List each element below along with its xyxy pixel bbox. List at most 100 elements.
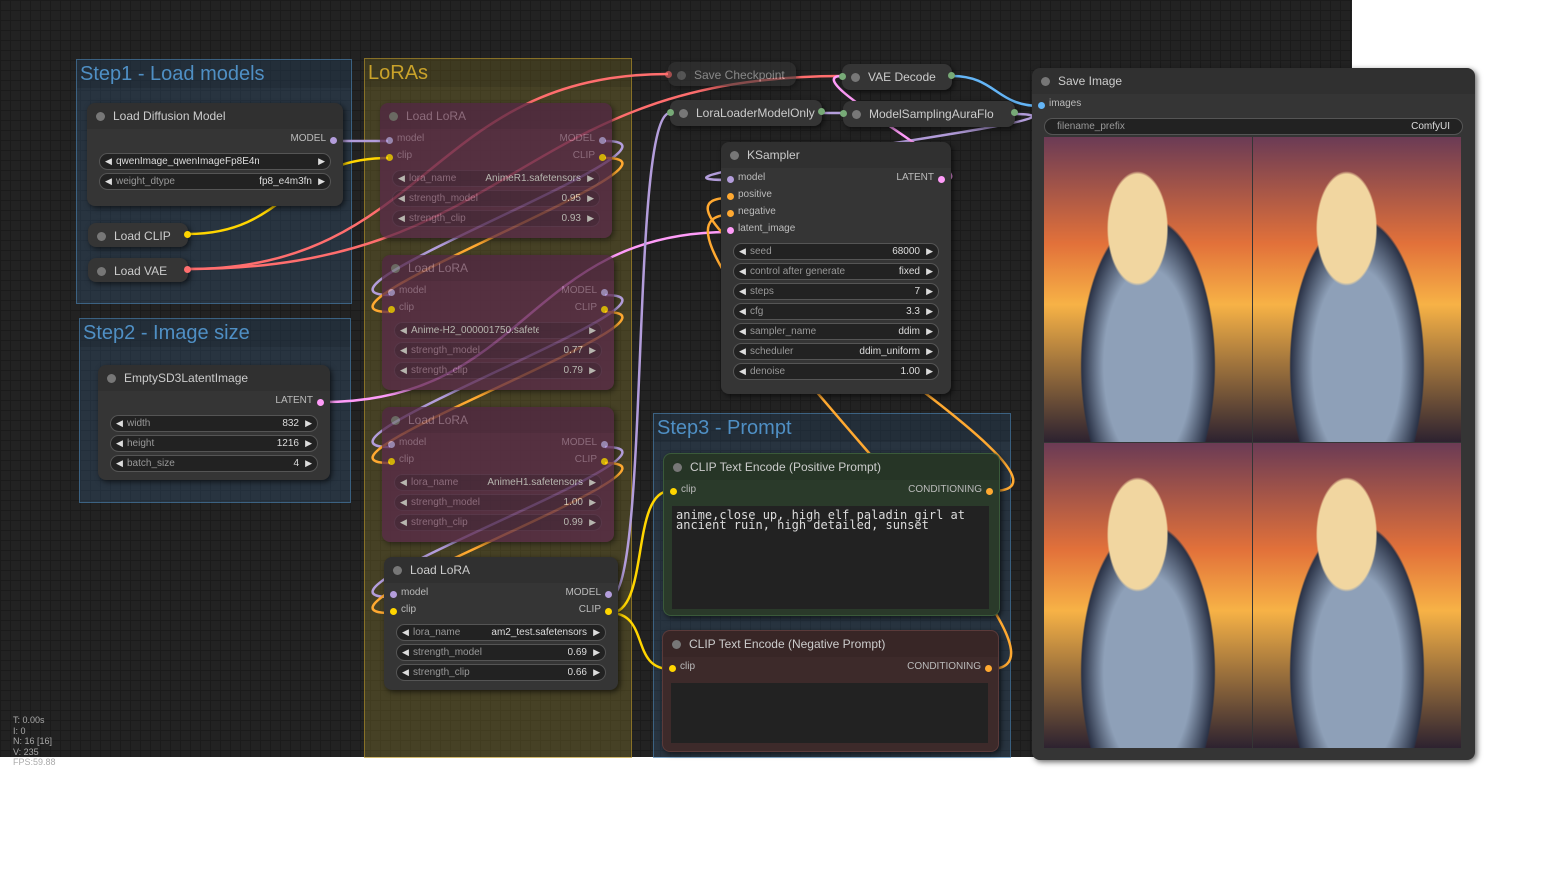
decrement-arrow-icon[interactable]: ◀ [116, 436, 123, 451]
node-pos[interactable]: CLIP Text Encode (Positive Prompt) clip CO… [663, 453, 1000, 616]
widget-strength-clip[interactable]: ◀ ▶ strength_clip 0.66 [396, 664, 606, 681]
output-model-icon[interactable] [605, 591, 612, 598]
input-clip-icon[interactable] [390, 608, 397, 615]
widget-weight-dtype[interactable]: ◀ ▶ weight_dtype fp8_e4m3fn [99, 173, 331, 190]
node-clip[interactable]: Load CLIP [88, 223, 191, 249]
node-latent[interactable]: EmptySD3LatentImage LATENT ◀ ▶ width 832 ◀ ▶ hei… [98, 365, 330, 480]
prompt-textarea[interactable] [671, 683, 988, 743]
output-clip-icon[interactable] [605, 608, 612, 615]
collapse-dot-icon[interactable] [679, 109, 688, 118]
node-title-bar[interactable]: Load Diffusion Model [87, 103, 343, 129]
collapse-dot-icon[interactable] [393, 566, 402, 575]
decrement-arrow-icon[interactable]: ◀ [739, 284, 746, 299]
collapse-dot-icon[interactable] [672, 640, 681, 649]
node-title-bar[interactable]: KSampler [721, 142, 951, 168]
group-title[interactable]: Step1 - Load models [77, 60, 351, 88]
increment-arrow-icon[interactable]: ▶ [926, 364, 933, 379]
output-slot-icon[interactable] [818, 108, 825, 115]
decrement-arrow-icon[interactable]: ◀ [116, 456, 123, 471]
widget-strength-model[interactable]: ◀ ▶ strength_model 0.77 [394, 342, 602, 359]
increment-arrow-icon[interactable]: ▶ [589, 343, 596, 358]
input-model-icon[interactable] [388, 289, 395, 296]
decrement-arrow-icon[interactable]: ◀ [739, 264, 746, 279]
increment-arrow-icon[interactable]: ▶ [589, 475, 596, 490]
output-slot-icon[interactable] [184, 266, 191, 273]
increment-arrow-icon[interactable]: ▶ [305, 456, 312, 471]
widget-cfg[interactable]: ◀ ▶ cfg 3.3 [733, 303, 939, 320]
increment-arrow-icon[interactable]: ▶ [587, 191, 594, 206]
output-slot-icon[interactable] [1011, 109, 1018, 116]
node-save[interactable]: Save Image images filename_prefix ComfyUI [1032, 68, 1475, 760]
input-model-icon[interactable] [386, 137, 393, 144]
decrement-arrow-icon[interactable]: ◀ [400, 363, 407, 378]
decrement-arrow-icon[interactable]: ◀ [739, 364, 746, 379]
decrement-arrow-icon[interactable]: ◀ [116, 416, 123, 431]
widget-filename-prefix[interactable]: filename_prefix ComfyUI [1044, 118, 1463, 135]
input-slot-icon[interactable] [665, 71, 672, 78]
node-neg[interactable]: CLIP Text Encode (Negative Prompt) clip CO… [662, 630, 999, 752]
output-conditioning-icon[interactable] [985, 665, 992, 672]
decrement-arrow-icon[interactable]: ◀ [398, 211, 405, 226]
node-lora1[interactable]: Load LoRA model MODEL clip CLIP ◀ ▶ lora_name An… [380, 103, 612, 238]
output-model-icon[interactable] [601, 441, 608, 448]
node-title-bar[interactable]: Load LoRA [382, 407, 614, 433]
node-vae[interactable]: Load VAE [88, 258, 191, 282]
decrement-arrow-icon[interactable]: ◀ [739, 344, 746, 359]
collapse-dot-icon[interactable] [677, 71, 686, 80]
decrement-arrow-icon[interactable]: ◀ [105, 154, 112, 169]
widget-strength-model[interactable]: ◀ ▶ strength_model 1.00 [394, 494, 602, 511]
increment-arrow-icon[interactable]: ▶ [926, 244, 933, 259]
prompt-textarea[interactable]: anime,close up, high elf paladin girl at… [672, 506, 989, 609]
output-clip-icon[interactable] [601, 306, 608, 313]
decrement-arrow-icon[interactable]: ◀ [739, 304, 746, 319]
node-title-bar[interactable]: CLIP Text Encode (Negative Prompt) [663, 631, 998, 657]
output-clip-icon[interactable] [599, 154, 606, 161]
node-ksampler[interactable]: KSampler model LATENT positive negative laten… [721, 142, 951, 394]
input-slot-icon[interactable] [667, 109, 674, 116]
input-clip-icon[interactable] [669, 665, 676, 672]
input-clip-icon[interactable] [388, 458, 395, 465]
node-title-bar[interactable]: EmptySD3LatentImage [98, 365, 330, 391]
output-slot-icon[interactable] [948, 72, 955, 79]
increment-arrow-icon[interactable]: ▶ [926, 324, 933, 339]
node-savecp[interactable]: Save Checkpoint [665, 62, 796, 86]
node-title-bar[interactable]: VAE Decode [842, 64, 952, 90]
generated-image[interactable] [1253, 137, 1461, 442]
generated-image[interactable] [1253, 443, 1461, 748]
decrement-arrow-icon[interactable]: ◀ [398, 191, 405, 206]
generated-image[interactable] [1044, 443, 1252, 748]
widget-lora-name[interactable]: ◀ ▶ lora_name am2_test.safetensors [396, 624, 606, 641]
increment-arrow-icon[interactable]: ▶ [318, 174, 325, 189]
widget-steps[interactable]: ◀ ▶ steps 7 [733, 283, 939, 300]
decrement-arrow-icon[interactable]: ◀ [739, 244, 746, 259]
node-title-bar[interactable]: Load CLIP [88, 223, 188, 249]
widget-strength-model[interactable]: ◀ ▶ strength_model 0.95 [392, 190, 600, 207]
increment-arrow-icon[interactable]: ▶ [318, 154, 325, 169]
increment-arrow-icon[interactable]: ▶ [587, 211, 594, 226]
output-model-icon[interactable] [599, 137, 606, 144]
node-title-bar[interactable]: CLIP Text Encode (Positive Prompt) [664, 454, 999, 480]
collapse-dot-icon[interactable] [851, 73, 860, 82]
node-lora3[interactable]: Load LoRA model MODEL clip CLIP ◀ ▶ lora_name An… [382, 407, 614, 542]
widget-width[interactable]: ◀ ▶ width 832 [110, 415, 318, 432]
collapse-dot-icon[interactable] [673, 463, 682, 472]
collapse-dot-icon[interactable] [97, 232, 106, 241]
node-loramo[interactable]: LoraLoaderModelOnly [667, 100, 825, 126]
widget-strength-model[interactable]: ◀ ▶ strength_model 0.69 [396, 644, 606, 661]
node-title-bar[interactable]: Load LoRA [382, 255, 614, 281]
collapse-dot-icon[interactable] [852, 110, 861, 119]
output-slot-icon[interactable] [184, 231, 191, 238]
increment-arrow-icon[interactable]: ▶ [589, 323, 596, 338]
increment-arrow-icon[interactable]: ▶ [587, 171, 594, 186]
collapse-dot-icon[interactable] [1041, 77, 1050, 86]
output-latent-icon[interactable] [938, 176, 945, 183]
node-title-bar[interactable]: ModelSamplingAuraFlo [843, 101, 1015, 127]
widget-lora-name[interactable]: ◀ ▶ lora_name AnimeH1.safetensors [394, 474, 602, 491]
decrement-arrow-icon[interactable]: ◀ [398, 171, 405, 186]
collapse-dot-icon[interactable] [389, 112, 398, 121]
input-latent_image-icon[interactable] [727, 227, 734, 234]
node-lora4[interactable]: Load LoRA model MODEL clip CLIP ◀ ▶ lora_name am… [384, 557, 618, 690]
increment-arrow-icon[interactable]: ▶ [589, 363, 596, 378]
decrement-arrow-icon[interactable]: ◀ [400, 515, 407, 530]
decrement-arrow-icon[interactable]: ◀ [105, 174, 112, 189]
